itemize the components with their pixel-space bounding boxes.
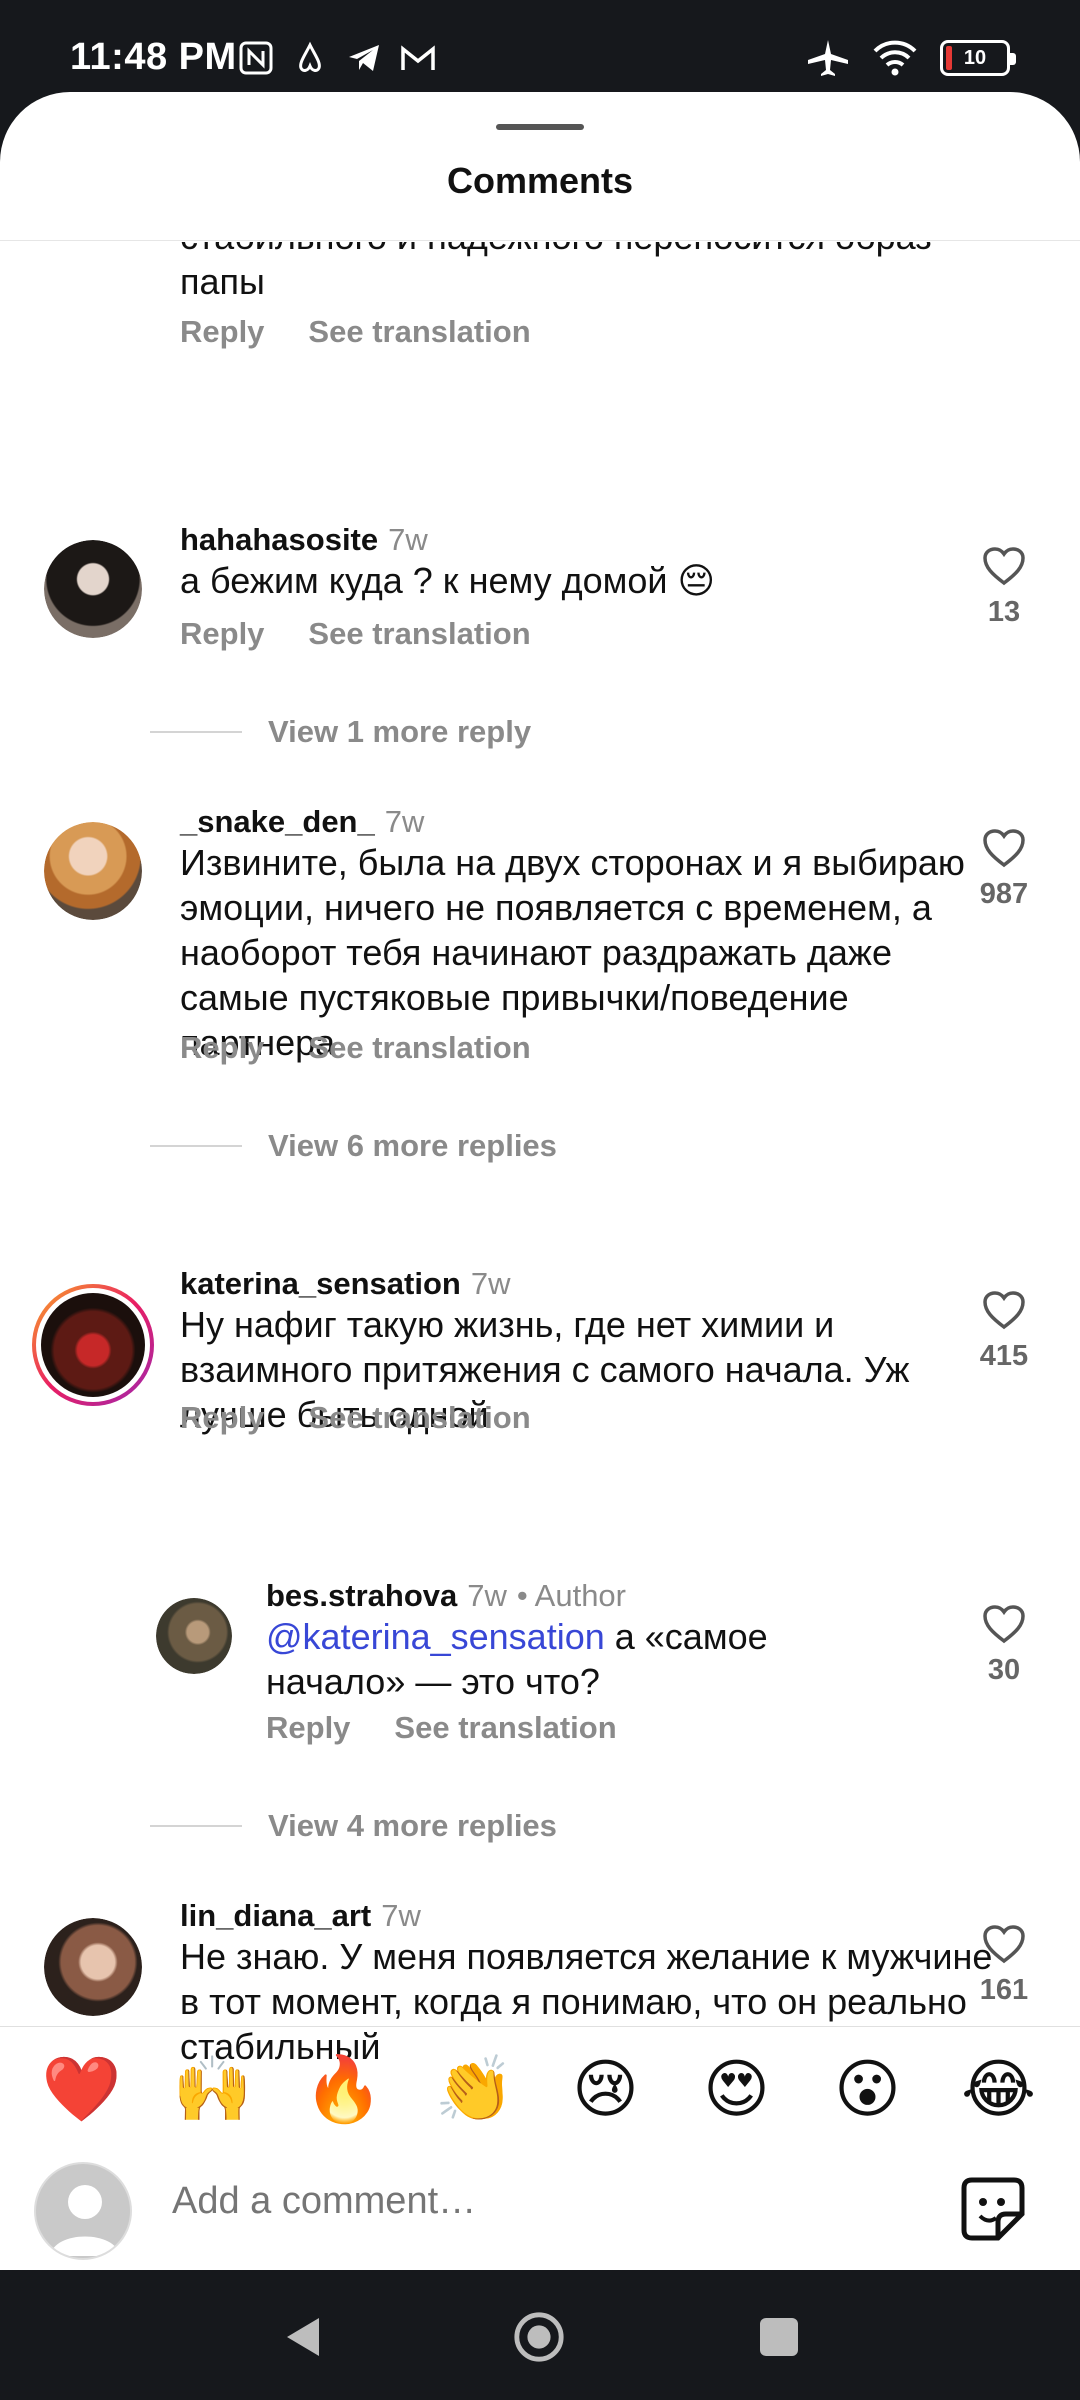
home-icon bbox=[514, 2312, 564, 2362]
mention-link[interactable]: @katerina_sensation bbox=[266, 1616, 605, 1657]
view-more-replies[interactable]: View 4 more replies bbox=[150, 1808, 557, 1844]
author-badge: • Author bbox=[516, 1578, 626, 1613]
like-button[interactable]: 30 bbox=[964, 1604, 1044, 1687]
username[interactable]: katerina_sensation bbox=[180, 1266, 461, 1302]
view-more-replies-label: View 4 more replies bbox=[268, 1808, 557, 1843]
heart-icon bbox=[983, 829, 1025, 868]
comment-actions: Reply See translation bbox=[180, 1030, 531, 1066]
reply-button[interactable]: Reply bbox=[180, 1030, 264, 1066]
see-translation-button[interactable]: See translation bbox=[308, 1030, 530, 1066]
timestamp: 7w bbox=[470, 1266, 511, 1301]
view-more-replies-label: View 6 more replies bbox=[268, 1128, 557, 1163]
reaction-raised-hands[interactable]: 🙌 bbox=[163, 2052, 263, 2128]
like-button[interactable]: 415 bbox=[964, 1290, 1044, 1373]
see-translation-button[interactable]: See translation bbox=[308, 314, 530, 350]
sticker-icon[interactable] bbox=[958, 2174, 1028, 2244]
divider bbox=[0, 2026, 1080, 2027]
comment-text: @katerina_sensation а «самое начало» — э… bbox=[266, 1614, 906, 1704]
timestamp: 7w bbox=[467, 1578, 507, 1613]
comment-meta: hahahasosite 7w bbox=[180, 522, 428, 558]
username[interactable]: bes.strahova bbox=[266, 1578, 457, 1614]
see-translation-button[interactable]: See translation bbox=[308, 1400, 530, 1436]
timestamp: 7w bbox=[384, 804, 425, 839]
quick-reactions: ❤️ 🙌 🔥 👏 😢 😍 😮 😂 bbox=[0, 2052, 1080, 2128]
comment-actions: Reply See translation bbox=[180, 314, 531, 350]
comment-meta: _snake_den_ 7w bbox=[180, 804, 424, 840]
comment-meta: lin_diana_art 7w bbox=[180, 1898, 421, 1934]
comments-list[interactable]: стабильного и надежного переносится обра… bbox=[0, 242, 1080, 2118]
reply-button[interactable]: Reply bbox=[180, 314, 264, 350]
comment-text: стабильного и надежного переносится обра… bbox=[180, 242, 932, 302]
comment-text: Не знаю. У меня появляется желание к муж… bbox=[180, 1936, 993, 2067]
like-count: 415 bbox=[979, 1340, 1029, 1372]
nfc-icon bbox=[236, 38, 276, 78]
reaction-heart[interactable]: ❤️ bbox=[32, 2052, 132, 2128]
heart-icon bbox=[983, 1291, 1025, 1330]
drag-handle[interactable] bbox=[496, 124, 584, 130]
wifi-icon bbox=[873, 40, 917, 76]
reaction-wow[interactable]: 😮 bbox=[818, 2052, 918, 2128]
comment-composer bbox=[0, 2162, 1080, 2270]
heart-icon bbox=[983, 1925, 1025, 1964]
comments-sheet: Comments стабильного и надежного перенос… bbox=[0, 92, 1080, 2270]
home-button[interactable] bbox=[512, 2310, 566, 2364]
comment-actions: Reply See translation bbox=[180, 1400, 531, 1436]
back-icon bbox=[287, 2318, 319, 2356]
reply-button[interactable]: Reply bbox=[180, 616, 264, 652]
like-button[interactable]: 987 bbox=[964, 828, 1044, 911]
notification-icons bbox=[236, 38, 438, 78]
current-user-avatar bbox=[34, 2162, 132, 2260]
see-translation-button[interactable]: See translation bbox=[308, 616, 530, 652]
avatar[interactable] bbox=[44, 1918, 142, 2016]
airplane-mode-icon bbox=[808, 40, 848, 76]
comment-meta: bes.strahova 7w • Author bbox=[266, 1578, 626, 1614]
gmail-icon bbox=[398, 38, 438, 78]
like-button[interactable]: 161 bbox=[964, 1924, 1044, 2007]
comment-meta: katerina_sensation 7w bbox=[180, 1266, 511, 1302]
recents-icon bbox=[760, 2318, 798, 2356]
view-more-replies[interactable]: View 1 more reply bbox=[150, 714, 531, 750]
like-count: 161 bbox=[979, 1974, 1029, 2006]
like-button[interactable]: 13 bbox=[964, 546, 1044, 629]
status-time: 11:48 PM bbox=[70, 36, 237, 78]
recents-button[interactable] bbox=[752, 2310, 806, 2364]
comment-text: а бежим куда ? к нему домой 😔 bbox=[180, 560, 716, 601]
username[interactable]: _snake_den_ bbox=[180, 804, 375, 840]
comment-actions: Reply See translation bbox=[266, 1710, 617, 1746]
like-count: 30 bbox=[987, 1654, 1021, 1686]
timestamp: 7w bbox=[381, 1898, 421, 1933]
sheet-title: Comments bbox=[446, 160, 634, 201]
reaction-fire[interactable]: 🔥 bbox=[294, 2052, 394, 2128]
reply-button[interactable]: Reply bbox=[266, 1710, 350, 1746]
see-translation-button[interactable]: See translation bbox=[394, 1710, 616, 1746]
reaction-heart-eyes[interactable]: 😍 bbox=[687, 2052, 787, 2128]
system-icons: 10 bbox=[806, 38, 1016, 78]
view-more-replies[interactable]: View 6 more replies bbox=[150, 1128, 557, 1164]
heart-icon bbox=[983, 1605, 1025, 1644]
back-button[interactable] bbox=[276, 2310, 330, 2364]
like-count: 987 bbox=[979, 878, 1029, 910]
avatar-with-story[interactable] bbox=[32, 1284, 154, 1406]
avatar[interactable] bbox=[44, 822, 142, 920]
avatar[interactable] bbox=[44, 540, 142, 638]
like-count: 13 bbox=[987, 596, 1021, 628]
comment-input[interactable] bbox=[172, 2180, 952, 2223]
comment-actions: Reply See translation bbox=[180, 616, 531, 652]
battery-icon: 10 bbox=[940, 40, 1016, 76]
reaction-laugh[interactable]: 😂 bbox=[949, 2052, 1049, 2128]
timestamp: 7w bbox=[388, 522, 428, 557]
reaction-clap[interactable]: 👏 bbox=[425, 2052, 525, 2128]
username[interactable]: lin_diana_art bbox=[180, 1898, 371, 1934]
avatar[interactable] bbox=[156, 1598, 232, 1674]
battery-level: 10 bbox=[963, 46, 987, 69]
divider bbox=[0, 240, 1080, 241]
reply-button[interactable]: Reply bbox=[180, 1400, 264, 1436]
reaction-cry[interactable]: 😢 bbox=[556, 2052, 656, 2128]
username[interactable]: hahahasosite bbox=[180, 522, 378, 558]
heart-icon bbox=[983, 547, 1025, 586]
airbnb-icon bbox=[290, 38, 330, 78]
system-navigation-bar bbox=[0, 2270, 1080, 2400]
view-more-replies-label: View 1 more reply bbox=[268, 714, 532, 749]
telegram-icon bbox=[344, 38, 384, 78]
